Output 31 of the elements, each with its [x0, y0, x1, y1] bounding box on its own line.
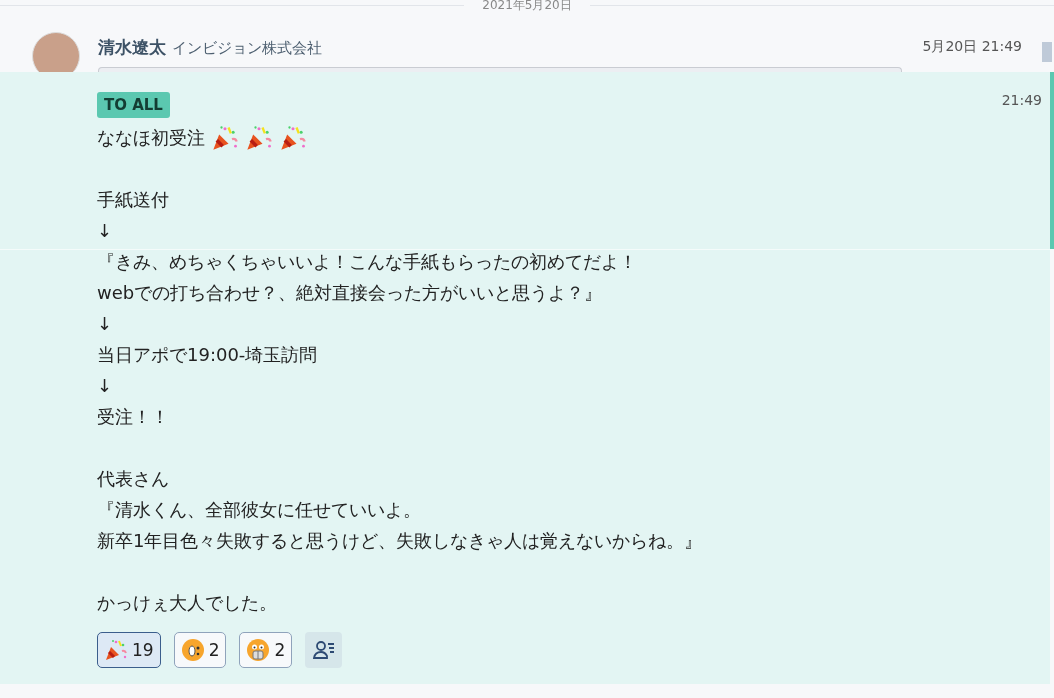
date-divider: 2021年5月20日	[481, 0, 573, 10]
message-line: 『清水くん、全部彼女に任せていいよ。	[97, 498, 421, 522]
company-name: インビジョン株式会社	[172, 39, 322, 58]
timestamp: 5月20日 21:49	[922, 37, 1022, 56]
party-popper-icon	[279, 123, 307, 152]
reaction-button[interactable]: 2	[239, 632, 293, 668]
reaction-button[interactable]: 19	[97, 632, 161, 668]
message-time: 21:49	[1001, 92, 1042, 110]
message-line: 手紙送付	[97, 188, 169, 212]
message-line: ↓	[97, 374, 113, 398]
message-line: 『きみ、めちゃくちゃいいよ！こんな手紙もらったの初めてだよ！	[97, 250, 637, 274]
message-line: ななほ初受注	[97, 126, 205, 150]
surprised-face-icon	[180, 638, 205, 662]
message-line: ↓	[97, 219, 113, 243]
message-line: かっけぇ大人でした。	[97, 591, 277, 615]
party-popper-icon	[104, 638, 128, 662]
reaction-button[interactable]: 2	[173, 632, 227, 668]
user-list-icon	[311, 638, 336, 662]
party-popper-icon	[245, 123, 273, 152]
to-all-badge: TO ALL	[97, 92, 170, 118]
reaction-users-button[interactable]	[305, 632, 343, 668]
party-popper-icon	[211, 123, 239, 152]
scared-face-icon	[246, 638, 271, 662]
message-line: 新卒1年目色々失敗すると思うけど、失敗しなきゃ人は覚えないからね。』	[97, 529, 703, 553]
author-name: 清水遼太	[98, 36, 166, 59]
message-line: ↓	[97, 312, 113, 336]
message-line: 当日アポで19:00-埼玉訪問	[97, 343, 318, 367]
message-line: 受注！！	[97, 405, 169, 429]
message-line: 代表さん	[97, 467, 169, 491]
message-line: webでの打ち合わせ？、絶対直接会った方がいいと思うよ？』	[97, 281, 603, 305]
scrollbar-thumb[interactable]	[1042, 42, 1052, 62]
